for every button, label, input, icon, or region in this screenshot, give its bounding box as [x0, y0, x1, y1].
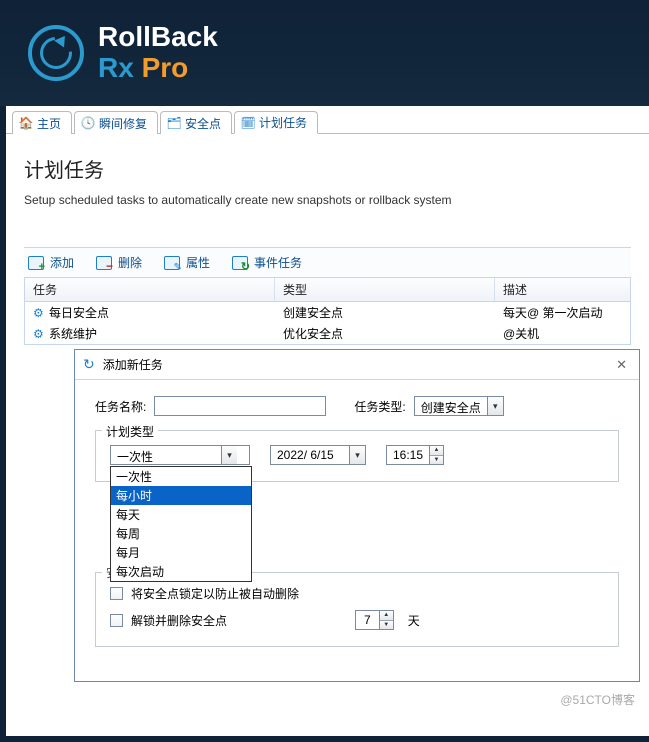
task-name-label: 任务名称:	[95, 398, 146, 415]
time-value: 16:15	[387, 446, 429, 464]
days-spinner[interactable]: 7 ▲ ▼	[355, 610, 394, 630]
add-icon	[28, 256, 44, 270]
tab-label: 主页	[37, 115, 61, 132]
tab-label: 瞬间修复	[99, 115, 147, 132]
app-header: RollBack Rx Pro	[0, 0, 649, 106]
dialog-refresh-icon: ↻	[83, 356, 95, 373]
schedule-type-legend: 计划类型	[102, 423, 158, 440]
app-logo: RollBack Rx Pro	[28, 22, 218, 84]
content-area: 🏠 主页 🕓 瞬间修复 🗂 安全点 🗓 计划任务 计划任务 Setup sche…	[0, 106, 649, 742]
delete-icon	[96, 256, 112, 270]
add-task-dialog: ↻ 添加新任务 ✕ 任务名称: 任务类型: 创建安全点 计划类型	[74, 349, 640, 682]
schedule-icon: 🗓	[241, 116, 255, 130]
gear-icon: ⚙	[33, 328, 45, 340]
home-icon: 🏠	[19, 116, 33, 130]
spin-down-icon[interactable]: ▼	[430, 456, 443, 465]
restore-icon: 🕓	[81, 116, 95, 130]
logo-rx: Rx	[98, 52, 134, 83]
properties-icon	[164, 256, 180, 270]
cell-task: 每日安全点	[49, 304, 109, 321]
logo-circle-icon	[28, 25, 84, 81]
chevron-down-icon[interactable]	[349, 446, 365, 464]
unlock-checkbox[interactable]	[110, 614, 123, 627]
logo-pro: Pro	[142, 52, 189, 83]
task-type-value: 创建安全点	[415, 397, 487, 415]
page-description: Setup scheduled tasks to automatically c…	[24, 193, 631, 207]
schedule-type-value: 一次性	[111, 446, 221, 464]
event-icon	[232, 256, 248, 270]
cell-type: 优化安全点	[275, 324, 495, 343]
header-type: 类型	[275, 278, 495, 301]
schedule-option[interactable]: 每周	[111, 524, 251, 543]
date-select[interactable]: 2022/ 6/15	[270, 445, 366, 465]
task-type-label: 任务类型:	[354, 398, 405, 415]
logo-line1: RollBack	[98, 22, 218, 53]
gear-icon: ⚙	[33, 307, 45, 319]
dialog-titlebar[interactable]: ↻ 添加新任务 ✕	[75, 350, 639, 380]
tab-home[interactable]: 🏠 主页	[12, 111, 72, 134]
days-suffix: 天	[408, 612, 420, 629]
tab-snapshot[interactable]: 🗂 安全点	[160, 111, 232, 134]
logo-arrow-icon	[39, 36, 73, 70]
time-spinner[interactable]: 16:15 ▲ ▼	[386, 445, 444, 465]
snapshot-icon: 🗂	[167, 116, 181, 130]
page-title: 计划任务	[24, 154, 631, 183]
tab-label: 计划任务	[259, 114, 307, 131]
dialog-title: 添加新任务	[103, 356, 163, 373]
add-button[interactable]: 添加	[28, 254, 74, 271]
toolbar: 添加 删除 属性 事件任务	[24, 247, 631, 278]
tab-restore[interactable]: 🕓 瞬间修复	[74, 111, 158, 134]
date-value: 2022/ 6/15	[271, 446, 349, 464]
task-type-select[interactable]: 创建安全点	[414, 396, 504, 416]
delete-label: 删除	[118, 254, 142, 271]
properties-button[interactable]: 属性	[164, 254, 210, 271]
header-desc: 描述	[495, 278, 630, 301]
add-label: 添加	[50, 254, 74, 271]
unlock-label: 解锁并删除安全点	[131, 612, 227, 629]
chevron-down-icon[interactable]	[487, 397, 503, 415]
schedule-option[interactable]: 每小时	[111, 486, 251, 505]
spin-up-icon[interactable]: ▲	[430, 446, 443, 456]
task-table-header: 任务 类型 描述	[24, 278, 631, 302]
schedule-type-select[interactable]: 一次性 一次性 每小时 每天 每周 每月 每次启动	[110, 445, 250, 465]
schedule-option[interactable]: 每天	[111, 505, 251, 524]
cell-type: 创建安全点	[275, 303, 495, 322]
lock-label: 将安全点锁定以防止被自动删除	[131, 585, 299, 602]
tab-label: 安全点	[185, 115, 221, 132]
chevron-down-icon[interactable]	[221, 446, 237, 464]
tab-schedule[interactable]: 🗓 计划任务	[234, 111, 318, 134]
schedule-option[interactable]: 一次性	[111, 467, 251, 486]
event-task-button[interactable]: 事件任务	[232, 254, 302, 271]
properties-label: 属性	[186, 254, 210, 271]
event-label: 事件任务	[254, 254, 302, 271]
schedule-option[interactable]: 每次启动	[111, 562, 251, 581]
table-row[interactable]: ⚙ 系统维护 优化安全点 @关机	[25, 323, 630, 344]
delete-button[interactable]: 删除	[96, 254, 142, 271]
spin-down-icon[interactable]: ▼	[380, 621, 393, 630]
task-name-input[interactable]	[154, 396, 326, 416]
cell-task: 系统维护	[49, 325, 97, 342]
schedule-type-dropdown: 一次性 每小时 每天 每周 每月 每次启动	[110, 466, 252, 582]
tabstrip: 🏠 主页 🕓 瞬间修复 🗂 安全点 🗓 计划任务	[6, 106, 649, 134]
schedule-option[interactable]: 每月	[111, 543, 251, 562]
cell-desc: 每天@ 第一次启动	[495, 303, 630, 322]
days-value: 7	[356, 611, 379, 629]
cell-desc: @关机	[495, 324, 630, 343]
spin-up-icon[interactable]: ▲	[380, 611, 393, 621]
security-fieldset: 安全点设置 将安全点锁定以防止被自动删除 解锁并删除安全点 7 ▲ ▼	[95, 572, 619, 647]
schedule-type-fieldset: 计划类型 一次性 一次性 每小时 每天 每周 每月 每次启动	[95, 430, 619, 482]
dialog-close-button[interactable]: ✕	[612, 357, 631, 373]
header-task: 任务	[25, 278, 275, 301]
table-row[interactable]: ⚙ 每日安全点 创建安全点 每天@ 第一次启动	[25, 302, 630, 323]
lock-checkbox[interactable]	[110, 587, 123, 600]
watermark: @51CTO博客	[560, 691, 635, 708]
task-table-body: ⚙ 每日安全点 创建安全点 每天@ 第一次启动 ⚙ 系统维护 优化安全点 @关机	[24, 302, 631, 345]
